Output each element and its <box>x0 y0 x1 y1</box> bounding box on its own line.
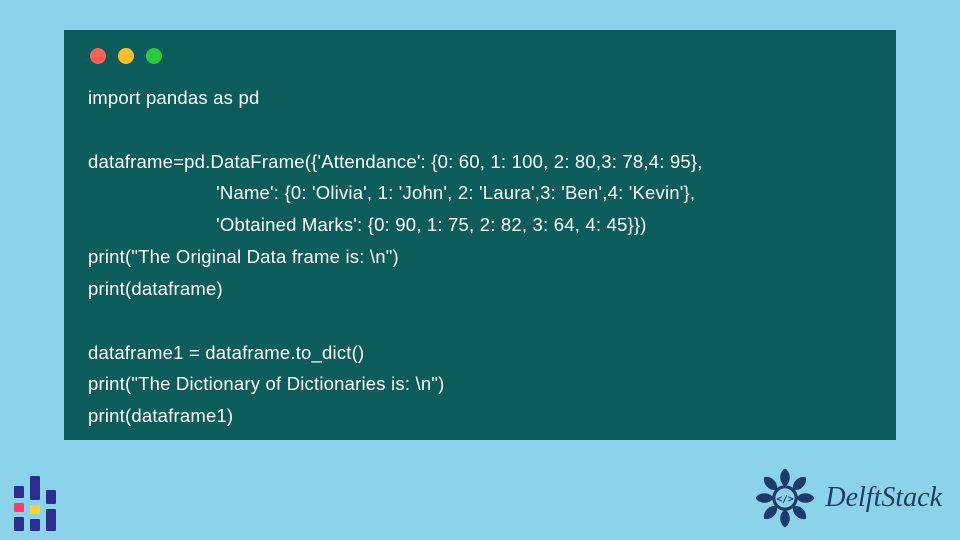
code-line: import pandas as pd <box>88 87 259 108</box>
code-line: print(dataframe1) <box>88 405 233 426</box>
maximize-icon[interactable] <box>146 48 162 64</box>
code-line: 'Obtained Marks': {0: 90, 1: 75, 2: 82, … <box>88 214 647 235</box>
code-line: print(dataframe) <box>88 278 223 299</box>
site-logo-icon <box>7 475 63 531</box>
code-block: import pandas as pd dataframe=pd.DataFra… <box>88 82 872 432</box>
close-icon[interactable] <box>90 48 106 64</box>
code-line: dataframe=pd.DataFrame({'Attendance': {0… <box>88 151 703 172</box>
minimize-icon[interactable] <box>118 48 134 64</box>
brand-watermark: </> DelftStack <box>753 466 942 530</box>
code-window: import pandas as pd dataframe=pd.DataFra… <box>64 30 896 440</box>
code-line: print("The Dictionary of Dictionaries is… <box>88 373 444 394</box>
svg-text:</>: </> <box>777 494 795 505</box>
brand-name: DelftStack <box>825 482 942 514</box>
code-line: dataframe1 = dataframe.to_dict() <box>88 342 364 363</box>
code-line: 'Name': {0: 'Olivia', 1: 'John', 2: 'Lau… <box>88 182 695 203</box>
window-controls <box>90 48 872 64</box>
brand-logo-icon: </> <box>753 466 817 530</box>
code-line: print("The Original Data frame is: \n") <box>88 246 399 267</box>
